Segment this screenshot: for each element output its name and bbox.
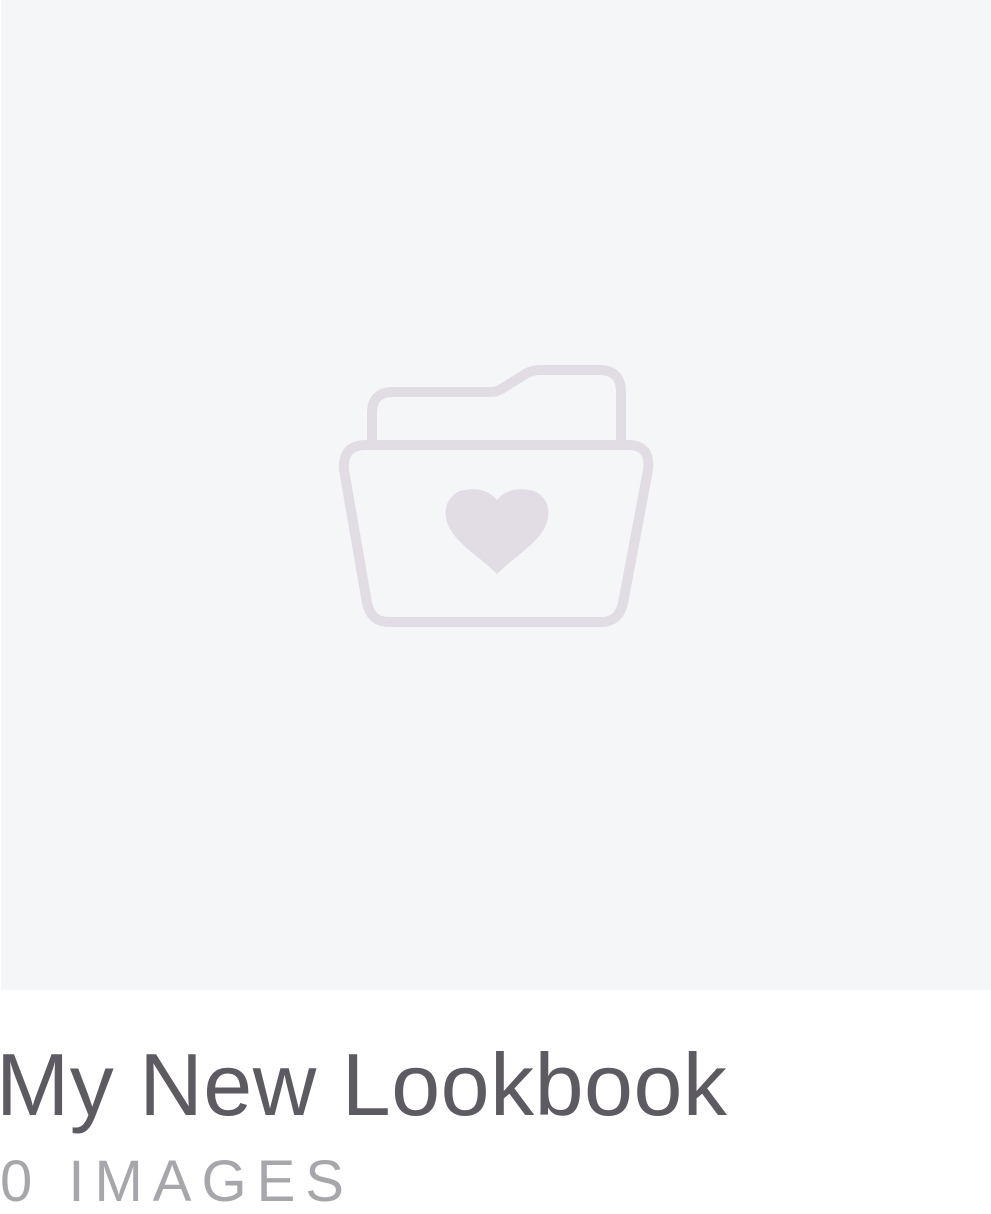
lookbook-card[interactable]: My New Lookbook 0 IMAGES [0,0,991,1214]
lookbook-title[interactable]: My New Lookbook [0,1040,727,1130]
folder-heart-icon [338,365,654,627]
image-count-label: 0 IMAGES [0,1149,354,1214]
lookbook-thumbnail[interactable] [1,0,991,990]
